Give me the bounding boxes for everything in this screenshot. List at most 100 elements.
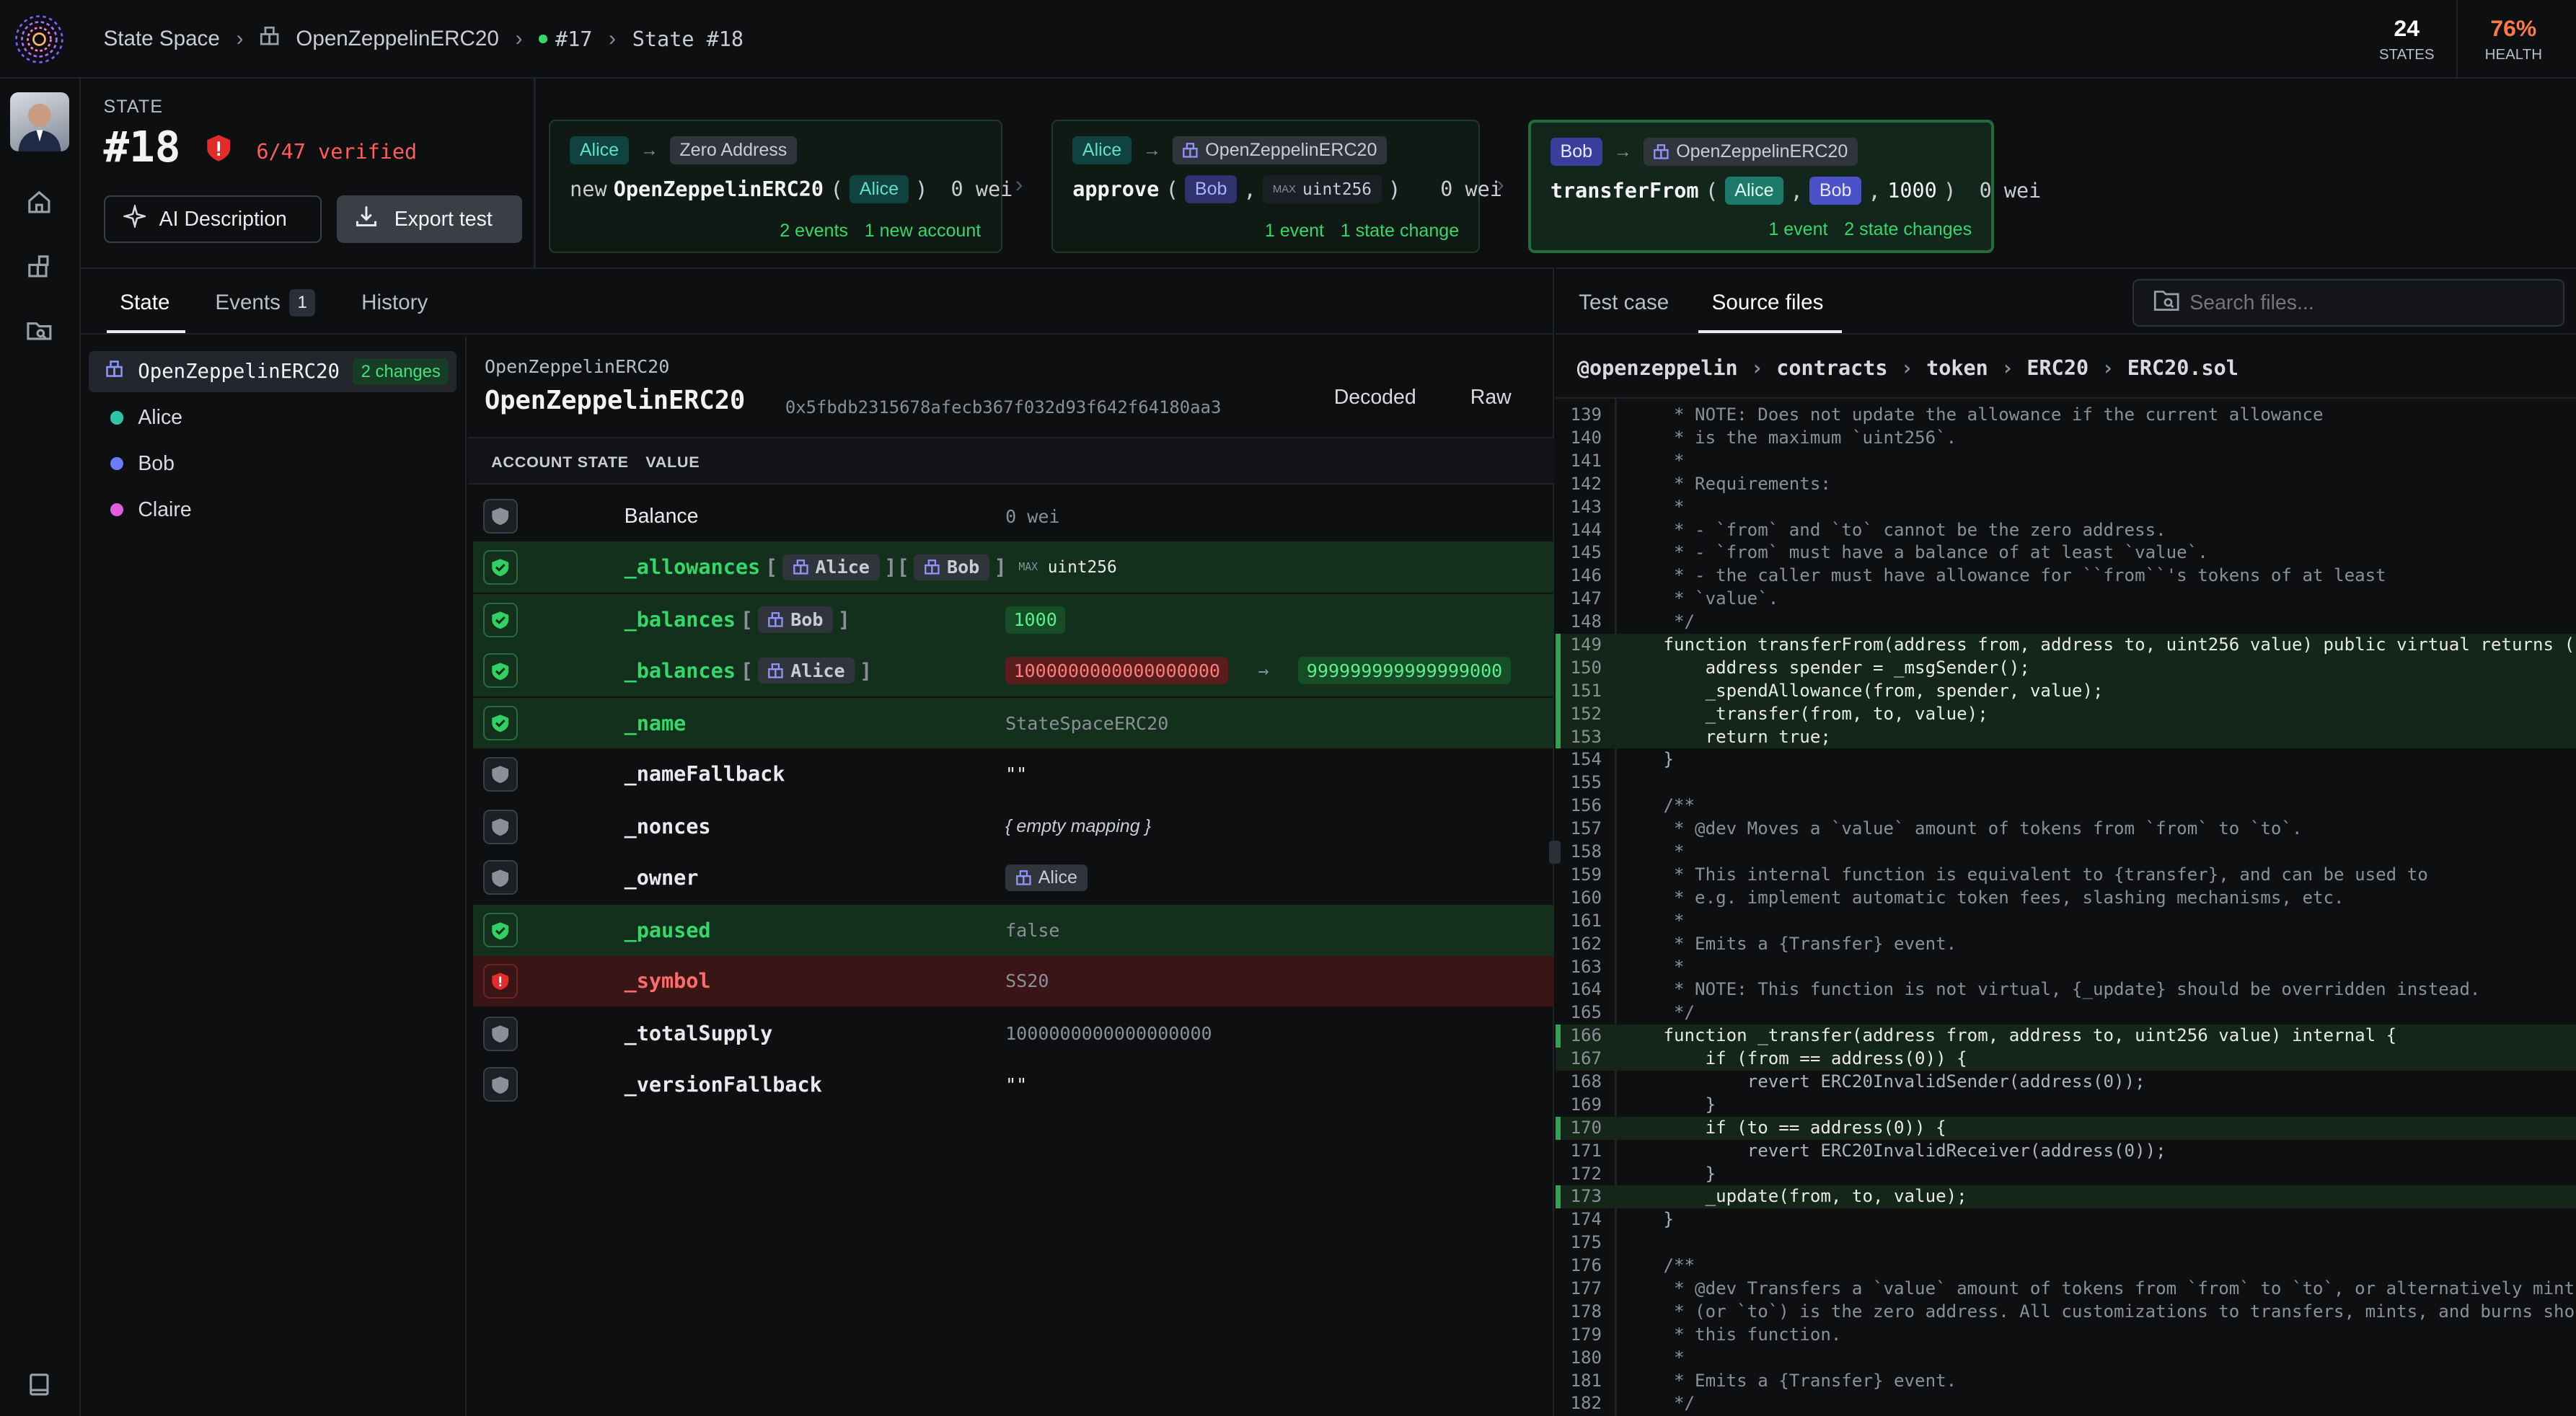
line-number: 157 — [1570, 818, 1602, 839]
home-icon[interactable] — [23, 185, 56, 218]
table-row[interactable]: _nonces { empty mapping } — [473, 801, 1554, 852]
line-number: 173 — [1570, 1186, 1602, 1207]
from-account-chip[interactable]: Alice — [1072, 136, 1132, 164]
ai-description-button[interactable]: AI Description — [103, 195, 322, 244]
to-account-chip[interactable]: Zero Address — [669, 136, 797, 164]
path-segment[interactable]: contracts — [1776, 356, 1887, 380]
path-segment[interactable]: @openzeppelin — [1577, 356, 1738, 380]
chevron-right-icon: › — [1900, 356, 1913, 381]
breadcrumb-parent-state[interactable]: #17 — [555, 27, 592, 51]
contracts-icon[interactable] — [23, 249, 56, 283]
line-text: * - `from` must have a balance of at lea… — [1621, 542, 2208, 563]
changes-count[interactable]: 1 state change — [1341, 221, 1459, 242]
paren-close: ) — [914, 177, 928, 202]
arg-account-chip[interactable]: Alice — [850, 175, 909, 204]
table-row[interactable]: _balances[Bob] 1000 — [473, 594, 1554, 645]
resize-handle[interactable] — [1549, 841, 1561, 864]
export-test-button[interactable]: Export test — [336, 195, 523, 244]
detail-title: OpenZeppelinERC20 — [484, 386, 746, 416]
shield-icon — [482, 1067, 518, 1102]
changes-count[interactable]: 1 new account — [865, 221, 982, 242]
search-files-input[interactable] — [2189, 288, 2551, 319]
decoded-toggle[interactable]: Decoded — [1334, 386, 1416, 410]
table-row[interactable]: _name StateSpaceERC20 — [473, 697, 1554, 749]
arrow-right-icon: → — [640, 139, 658, 160]
account-name: Alice — [138, 405, 183, 429]
old-value: 1000000000000000000 — [1005, 657, 1229, 685]
line-text: address spender = _msgSender(); — [1621, 657, 2030, 678]
action-card-approve[interactable]: Alice → OpenZeppelinERC20 approve( Bob ,… — [1051, 120, 1502, 253]
folder-search-icon[interactable] — [23, 314, 56, 347]
arrow-right-icon: → — [1613, 141, 1632, 161]
action-card-transfer-from[interactable]: Bob → OpenZeppelinERC20 transferFrom( Al… — [1527, 120, 2041, 253]
table-row[interactable]: _allowances[Alice][Bob] MAX uint256 — [473, 541, 1554, 593]
tab-test-case[interactable]: Test case — [1579, 291, 1669, 315]
account-item-bob[interactable]: Bob — [89, 443, 456, 484]
line-number: 160 — [1570, 887, 1602, 908]
account-detail: OpenZeppelinERC20 OpenZeppelinERC20 0x5f… — [468, 337, 1554, 1416]
tab-history[interactable]: History — [361, 291, 428, 315]
to-contract-chip[interactable]: OpenZeppelinERC20 — [1172, 136, 1388, 164]
table-row[interactable]: _paused false — [473, 904, 1554, 956]
table-row[interactable]: _balances[Alice] 1000000000000000000 → 9… — [473, 645, 1554, 696]
from-account-chip[interactable]: Alice — [570, 136, 629, 164]
arg-account-chip[interactable]: Alice — [1724, 177, 1784, 205]
arg-account-chip[interactable]: Bob — [1185, 175, 1238, 204]
line-text: * — [1621, 956, 1685, 977]
arg-account-chip[interactable]: Bob — [1809, 177, 1862, 205]
events-count[interactable]: 1 event — [1768, 219, 1827, 240]
table-row[interactable]: _nameFallback "" — [473, 748, 1554, 800]
from-account-chip[interactable]: Bob — [1550, 137, 1602, 166]
code-line: 165 */ — [1556, 1001, 2576, 1025]
contract-address[interactable]: 0x5fbdb2315678afecb367f032d93f642f64180a… — [785, 397, 1222, 417]
breadcrumb-contract[interactable]: OpenZeppelinERC20 — [296, 27, 498, 51]
code-line: 147 * `value`. — [1556, 588, 2576, 611]
shield-icon — [482, 756, 518, 792]
path-segment[interactable]: ERC20 — [2026, 356, 2088, 380]
var-name: _balances[Alice] — [624, 658, 873, 684]
changes-count[interactable]: 2 state changes — [1844, 219, 1972, 240]
breadcrumb-current-state: State #18 — [632, 27, 744, 51]
var-name: _paused — [624, 918, 711, 942]
breadcrumb-state-space[interactable]: State Space — [104, 27, 220, 51]
table-row[interactable]: _totalSupply 1000000000000000000 — [473, 1008, 1554, 1059]
events-count[interactable]: 2 events — [780, 221, 848, 242]
action-card-deploy[interactable]: Alice → Zero Address new OpenZeppelinERC… — [548, 120, 1013, 253]
code-line: 179 * this function. — [1556, 1324, 2576, 1347]
avatar[interactable] — [9, 92, 69, 151]
raw-toggle[interactable]: Raw — [1470, 386, 1512, 410]
path-segment[interactable]: token — [1926, 356, 1988, 380]
line-text: if (from == address(0)) { — [1621, 1048, 1967, 1069]
key-chip[interactable]: Alice — [757, 658, 855, 684]
search-files-field[interactable] — [2132, 278, 2564, 327]
tab-events[interactable]: Events — [215, 291, 281, 315]
account-item-claire[interactable]: Claire — [89, 490, 456, 531]
code-viewer[interactable]: 139 * NOTE: Does not update the allowanc… — [1556, 401, 2576, 1416]
tab-source-files[interactable]: Source files — [1712, 291, 1824, 315]
line-number: 162 — [1570, 933, 1602, 954]
tab-state[interactable]: State — [120, 291, 169, 315]
table-row[interactable]: _owner Alice — [473, 852, 1554, 903]
key-chip[interactable]: Alice — [782, 554, 880, 580]
docs-icon[interactable] — [23, 1368, 56, 1402]
chevron-right-icon: › — [515, 27, 523, 51]
owner-chip[interactable]: Alice — [1005, 864, 1088, 891]
key-chip[interactable]: Bob — [914, 554, 989, 580]
divider — [1556, 397, 2576, 399]
account-item-contract[interactable]: OpenZeppelinERC20 2 changes — [88, 351, 457, 393]
table-row[interactable]: _versionFallback "" — [473, 1059, 1554, 1110]
account-item-alice[interactable]: Alice — [89, 397, 456, 438]
comma: , — [1790, 178, 1804, 203]
var-name: _name — [624, 711, 687, 735]
shield-alert-icon — [206, 133, 231, 169]
code-line: 159 * This internal function is equivale… — [1556, 864, 2576, 887]
line-number: 168 — [1570, 1071, 1602, 1092]
divider — [534, 79, 536, 268]
to-contract-chip[interactable]: OpenZeppelinERC20 — [1643, 137, 1858, 166]
logo-icon[interactable] — [13, 13, 66, 66]
table-row[interactable]: Balance 0 wei — [473, 491, 1554, 542]
table-row[interactable]: _symbol SS20 — [473, 955, 1554, 1007]
code-line: 166 function _transfer(address from, add… — [1556, 1025, 2576, 1048]
key-chip[interactable]: Bob — [757, 606, 834, 633]
events-count[interactable]: 1 event — [1265, 221, 1324, 242]
